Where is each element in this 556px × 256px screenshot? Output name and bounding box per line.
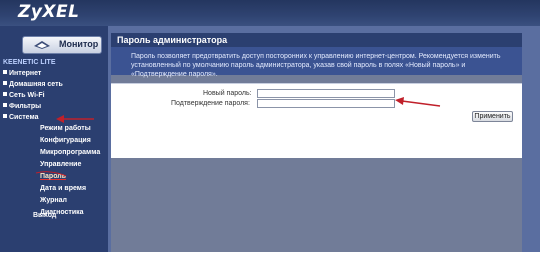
square-bullet-icon [3, 70, 7, 74]
password-form: Новый пароль: Подтверждение пароля: Прим… [111, 83, 522, 158]
zyxel-logo: ZyXEL [18, 2, 80, 22]
square-bullet-icon [3, 92, 7, 96]
monitor-label: Монитор [59, 39, 99, 49]
confirm-password-label: Подтверждение пароля: [171, 100, 250, 107]
sidebar-item-internet[interactable]: Интернет [3, 70, 41, 80]
page-description: Пароль позволяет предотвратить доступ по… [111, 47, 522, 78]
main-content: Пароль администратора Пароль позволяет п… [111, 33, 522, 252]
page-title: Пароль администратора [111, 33, 522, 47]
sidebar-item-filters[interactable]: Фильтры [3, 103, 41, 113]
sidebar-item-system[interactable]: Система [3, 114, 38, 124]
monitor-icon [34, 41, 50, 49]
monitor-button[interactable]: Монитор [22, 36, 102, 54]
square-bullet-icon [3, 103, 7, 107]
confirm-password-input[interactable] [257, 99, 395, 108]
sidebar-item-label: Интернет [9, 70, 42, 77]
top-header-bar: ZyXEL [0, 0, 540, 26]
router-web-ui: ZyXEL Монитор KEENETIC LITE Интернет Дом… [0, 0, 540, 252]
sidebar-item-label: Система [9, 114, 39, 121]
sidebar-item-exit[interactable]: Выход [33, 212, 56, 219]
sidebar-subitem-password[interactable]: Пароль [40, 173, 66, 183]
sidebar-subitem-configuration[interactable]: Конфигурация [40, 137, 91, 147]
sidebar-subitem-firmware[interactable]: Микропрограмма [40, 149, 100, 159]
sidebar: Монитор KEENETIC LITE Интернет Домашняя … [0, 26, 108, 252]
square-bullet-icon [3, 114, 7, 118]
apply-button[interactable]: Применить [472, 111, 513, 122]
sidebar-subitem-datetime[interactable]: Дата и время [40, 185, 86, 195]
sidebar-item-label: Домашняя сеть [9, 81, 63, 88]
sidebar-item-label: Сеть Wi-Fi [9, 92, 45, 99]
device-name: KEENETIC LITE [3, 59, 56, 66]
new-password-label: Новый пароль: [203, 90, 252, 97]
sidebar-item-label: Фильтры [9, 103, 42, 110]
sidebar-subitem-log[interactable]: Журнал [40, 197, 67, 207]
square-bullet-icon [3, 81, 7, 85]
sidebar-item-home-network[interactable]: Домашняя сеть [3, 81, 63, 91]
sidebar-item-wifi[interactable]: Сеть Wi-Fi [3, 92, 45, 102]
sidebar-subitem-mode[interactable]: Режим работы [40, 125, 91, 135]
sidebar-subitem-management[interactable]: Управление [40, 161, 81, 171]
new-password-input[interactable] [257, 89, 395, 98]
